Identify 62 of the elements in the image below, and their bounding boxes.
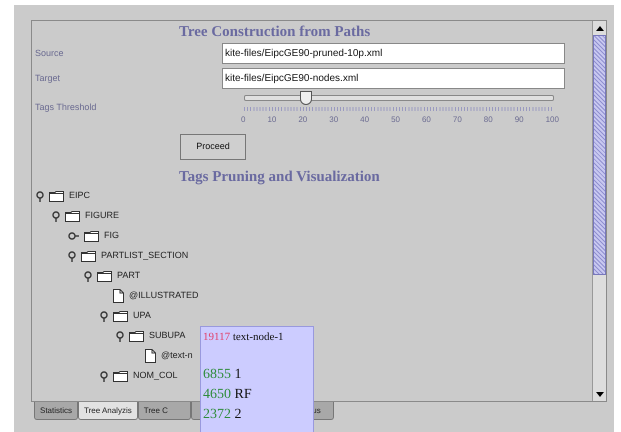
tree-node-label[interactable]: UPA	[133, 309, 151, 323]
text-field[interactable]: kite-files/EipcGE90-nodes.xml	[222, 68, 565, 89]
count-value: 4650	[203, 387, 231, 402]
tree-node-label[interactable]: @ILLUSTRATED	[129, 289, 198, 303]
tree-node-label[interactable]: EIPC	[69, 189, 90, 203]
text-field[interactable]: kite-files/EipcGE90-pruned-10p.xml	[222, 43, 565, 64]
slider-thumb[interactable]	[300, 91, 312, 105]
tick-label: 0	[241, 115, 246, 125]
tree-node-label[interactable]: FIGURE	[85, 209, 120, 223]
expanded-handle-icon[interactable]	[84, 270, 92, 282]
tree-node-label[interactable]: SUBUPA	[149, 329, 186, 343]
expanded-handle-icon[interactable]	[100, 310, 108, 322]
folder-icon	[65, 210, 80, 222]
tree-node-label[interactable]: @text-n	[161, 349, 193, 363]
folder-icon	[49, 190, 64, 202]
folder-icon	[81, 250, 96, 262]
tick-label: 80	[484, 115, 493, 125]
field-label: Tags Threshold	[35, 102, 96, 112]
expanded-handle-icon[interactable]	[52, 210, 60, 222]
section-heading: Tree Construction from Paths	[179, 23, 372, 41]
slider[interactable]	[244, 91, 554, 105]
tab[interactable]: Tree Analyzis	[78, 402, 138, 420]
folder-icon	[97, 270, 112, 282]
tooltip-entry: 6855 1	[203, 367, 242, 383]
tree-node-label[interactable]: PART	[117, 269, 140, 283]
tooltip-entry: 4650 RF	[203, 387, 253, 403]
tree-node-label[interactable]: NOM_COL	[133, 369, 178, 383]
tick-label: 90	[514, 115, 524, 125]
tooltip-entry: 2372 2	[203, 407, 242, 423]
tick-label: 40	[360, 115, 370, 125]
tick-label: 10	[267, 115, 276, 125]
tick-label: 100	[546, 115, 559, 125]
tab[interactable]: Tree C	[138, 402, 191, 420]
expanded-handle-icon[interactable]	[68, 250, 76, 262]
vertical-scrollbar[interactable]	[592, 21, 606, 401]
field-label: Source	[34, 46, 65, 60]
file-icon	[113, 289, 124, 303]
tab[interactable]: Statistics	[34, 402, 78, 420]
folder-icon	[113, 370, 128, 382]
field-label: Target	[34, 72, 62, 85]
scrollbar-thumb[interactable]	[593, 35, 606, 275]
folder-icon	[129, 330, 144, 342]
tree-node-label[interactable]: FIG	[104, 229, 119, 243]
tick-label: 20	[298, 115, 308, 125]
count-value: 6855	[203, 367, 231, 382]
tick-label: 30	[329, 115, 338, 125]
expanded-handle-icon[interactable]	[116, 330, 124, 342]
tree-node-label[interactable]: PARTLIST_SECTION	[101, 249, 188, 263]
count-value: 19117	[203, 331, 230, 343]
section-heading: Tags Pruning and Visualization	[179, 168, 381, 186]
tooltip-entry: 19117 text-node-1	[203, 330, 285, 345]
collapsed-handle-icon[interactable]	[68, 232, 79, 240]
folder-icon	[113, 310, 128, 322]
expanded-handle-icon[interactable]	[36, 190, 44, 202]
folder-icon	[84, 230, 99, 242]
tick-label: 50	[391, 115, 400, 125]
file-icon	[145, 349, 156, 363]
tick-label: 70	[452, 115, 462, 125]
tick-label: 60	[422, 115, 431, 125]
count-value: 2372	[203, 407, 231, 422]
expanded-handle-icon[interactable]	[100, 370, 108, 382]
proceed-button[interactable]: Proceed	[180, 134, 246, 160]
